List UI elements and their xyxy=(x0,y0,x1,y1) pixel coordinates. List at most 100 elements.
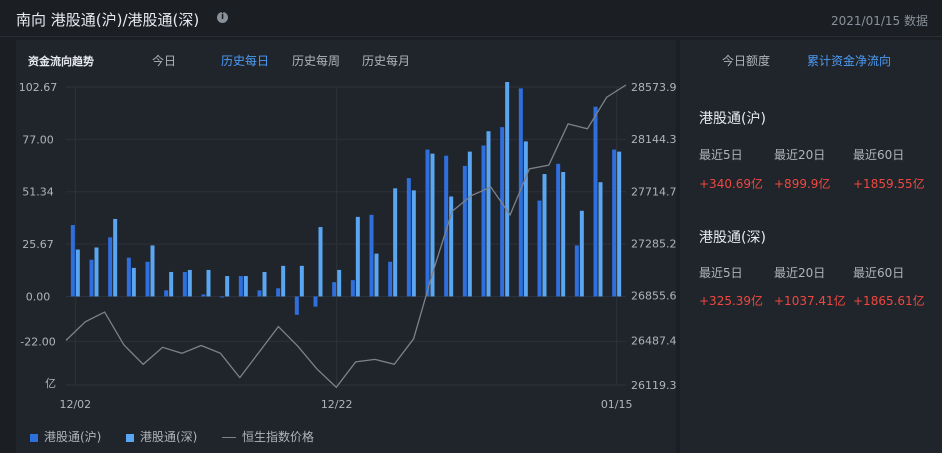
bar-sz xyxy=(131,267,136,297)
bar-sz xyxy=(187,269,192,297)
bar-sz xyxy=(542,174,547,297)
bar-sh xyxy=(500,127,505,297)
bar-sh xyxy=(145,261,150,297)
bar-sz xyxy=(262,271,267,297)
bar-sh xyxy=(126,257,131,297)
bar-sz xyxy=(169,271,174,297)
bar-sh xyxy=(388,261,393,297)
bar-sh xyxy=(70,225,75,297)
bar-sz xyxy=(579,210,584,297)
bar-sh xyxy=(257,290,262,297)
bar-sh xyxy=(201,294,206,297)
x-tick-label: 01/15 xyxy=(601,398,633,411)
stat-label-60d: 最近60日 xyxy=(853,148,905,162)
bar-sz xyxy=(374,253,379,297)
stat-label-20d: 最近20日 xyxy=(774,266,826,280)
left-axis-unit: 亿 xyxy=(45,377,56,390)
bar-sh xyxy=(612,149,617,297)
fund-flow-chart: 102.67 77.00 51.34 25.67 0.00 -22.00 亿 28573.9 2… xyxy=(19,81,676,411)
left-tick-label: 102.67 xyxy=(19,81,58,94)
right-tick-label: 27285.2 xyxy=(631,237,676,250)
data-date: 2021/01/15 数据 xyxy=(831,14,928,28)
bar-sz xyxy=(318,227,323,297)
bar-sz xyxy=(486,131,491,297)
bar-sh xyxy=(369,214,374,297)
right-tick-label: 28573.9 xyxy=(631,81,676,94)
right-tick-label: 27714.7 xyxy=(631,185,676,198)
legend-item-index[interactable]: 恒生指数价格 xyxy=(222,428,314,445)
legend-swatch-sz xyxy=(126,433,134,442)
bar-sz xyxy=(150,245,155,297)
bar-sz xyxy=(94,247,99,297)
stat-value-5d: +325.39亿 xyxy=(699,294,764,308)
bar-sh xyxy=(238,276,243,297)
bar-sh xyxy=(164,290,169,297)
bar-sz xyxy=(355,216,360,297)
left-tick-label: 77.00 xyxy=(22,133,54,146)
bar-sz xyxy=(225,276,230,297)
bar-sh xyxy=(182,271,187,297)
section-title-sz: 港股通(深) xyxy=(699,230,766,246)
legend-label-sz: 港股通(深) xyxy=(140,430,198,444)
left-tick-label: 0.00 xyxy=(26,290,51,303)
stat-label-60d: 最近60日 xyxy=(853,266,905,280)
info-icon[interactable]: i xyxy=(217,12,228,23)
index-price-line xyxy=(65,84,627,389)
left-tick-label: 51.34 xyxy=(22,186,54,199)
right-tick-label: 26119.3 xyxy=(631,379,676,392)
left-tick-label: 25.67 xyxy=(22,238,54,251)
bar-sh xyxy=(350,280,355,297)
bar-sz xyxy=(243,276,248,297)
stat-label-20d: 最近20日 xyxy=(774,148,826,162)
legend-label-sh: 港股通(沪) xyxy=(44,430,102,444)
bar-sz xyxy=(523,141,528,297)
bar-sh xyxy=(556,163,561,297)
legend-label-index: 恒生指数价格 xyxy=(242,430,315,444)
bar-sh xyxy=(294,296,299,315)
legend-swatch-index xyxy=(222,437,236,438)
right-tick-label: 26487.4 xyxy=(631,334,676,347)
x-tick-label: 12/02 xyxy=(59,398,91,411)
bar-sh xyxy=(574,245,579,297)
stat-value-60d: +1865.61亿 xyxy=(853,294,925,308)
stat-value-60d: +1859.55亿 xyxy=(853,177,925,191)
bar-sh xyxy=(593,106,598,297)
bar-sz xyxy=(206,269,211,297)
bar-sz xyxy=(281,265,286,297)
bar-sz xyxy=(113,218,118,297)
legend-item-sz[interactable]: 港股通(深) xyxy=(126,428,197,445)
bar-sh xyxy=(462,165,467,297)
bar-sh xyxy=(313,296,318,307)
bar-sh xyxy=(406,178,411,297)
tab-today-quota[interactable]: 今日额度 xyxy=(722,52,770,69)
page-title: 南向 港股通(沪)/港股通(深) xyxy=(16,11,200,29)
bar-sh xyxy=(276,288,281,297)
bar-sz xyxy=(411,190,416,297)
tab-cumulative-net-flow[interactable]: 累计资金净流向 xyxy=(807,52,891,69)
right-tick-label: 28144.3 xyxy=(631,133,676,146)
page-header: 南向 港股通(沪)/港股通(深) i 2021/01/15 数据 xyxy=(0,0,942,37)
bar-sh xyxy=(108,237,113,297)
summary-panel: 今日额度 累计资金净流向 港股通(沪) 最近5日 最近20日 最近60日 +34… xyxy=(680,40,942,453)
legend-item-sh[interactable]: 港股通(沪) xyxy=(30,428,101,445)
bar-sz xyxy=(337,269,342,297)
bar-sz xyxy=(75,249,80,297)
right-tick-label: 26855.6 xyxy=(631,290,676,303)
bar-sh xyxy=(481,145,486,297)
bar-sz xyxy=(598,182,603,297)
stat-label-5d: 最近5日 xyxy=(699,148,743,162)
legend-swatch-sh xyxy=(30,433,38,442)
bar-sz xyxy=(505,82,510,297)
bar-sh xyxy=(332,282,337,297)
bar-sh xyxy=(425,149,430,297)
bar-sz xyxy=(393,188,398,297)
left-tick-label: -22.00 xyxy=(20,335,55,348)
bar-sh xyxy=(89,259,94,297)
bar-sh xyxy=(220,296,225,298)
section-title-sh: 港股通(沪) xyxy=(699,111,766,127)
bar-sz xyxy=(617,151,622,297)
stat-label-5d: 最近5日 xyxy=(699,266,743,280)
bar-sz xyxy=(561,172,566,297)
bar-sz xyxy=(299,265,304,297)
stat-value-20d: +899.9亿 xyxy=(774,177,831,191)
